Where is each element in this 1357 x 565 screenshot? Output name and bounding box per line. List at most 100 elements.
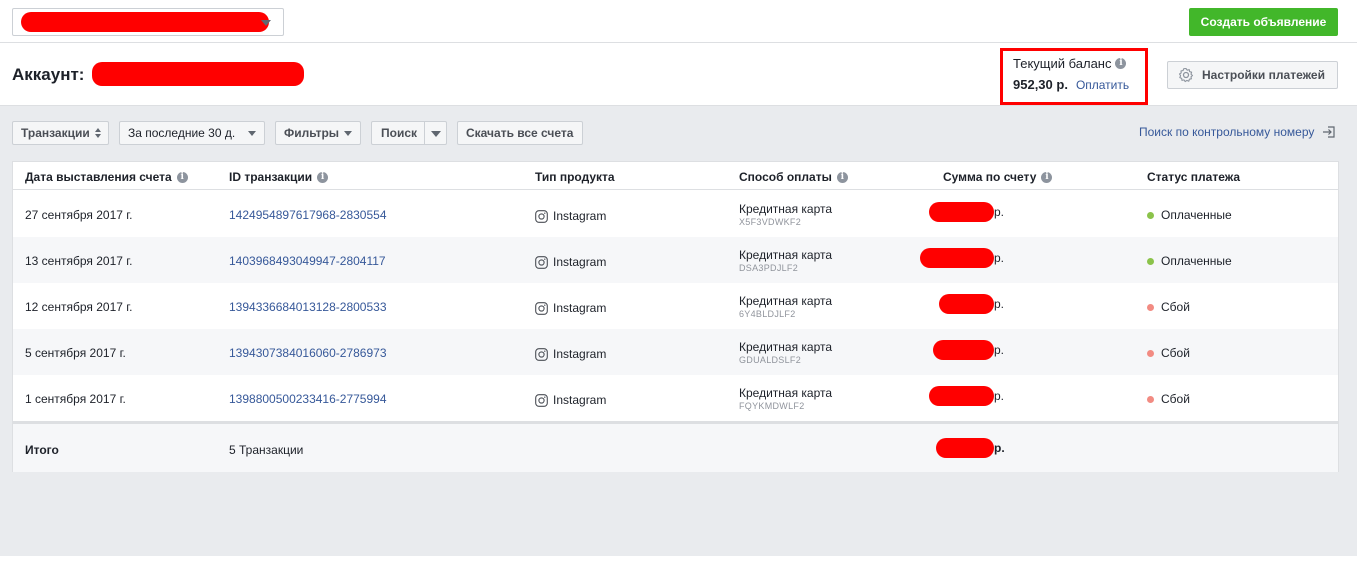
- current-balance-box: Текущий баланс i 952,30 р. Оплатить: [1000, 48, 1148, 105]
- chevron-down-icon: [431, 131, 441, 137]
- status-dot-icon: [1147, 395, 1154, 403]
- column-header: ID транзакции i: [229, 170, 329, 184]
- product-type: Instagram: [553, 301, 607, 315]
- invoice-date: 1 сентября 2017 г.: [25, 392, 126, 406]
- info-icon[interactable]: i: [836, 171, 848, 183]
- instagram-icon: [535, 209, 548, 223]
- invoice-date: 27 сентября 2017 г.: [25, 208, 133, 222]
- transaction-id-link[interactable]: 1403968493049947-2804117: [229, 254, 386, 268]
- info-icon[interactable]: i: [1115, 58, 1127, 69]
- table-row: 12 сентября 2017 г. 1394336684013128-280…: [13, 283, 1338, 329]
- info-icon[interactable]: i: [176, 171, 188, 183]
- payment-method-code: X5F3VDWKF2: [739, 217, 802, 227]
- column-header: Дата выставления счета i: [25, 170, 188, 184]
- payment-settings-label: Настройки платежей: [1202, 68, 1325, 82]
- transaction-id-link[interactable]: 1394336684013128-2800533: [229, 300, 387, 314]
- payment-method-code: FQYKMDWLF2: [739, 401, 805, 411]
- product-type: Instagram: [553, 209, 607, 223]
- chevron-down-icon: [248, 131, 256, 136]
- exit-icon: [1323, 126, 1336, 138]
- table-row: 1 сентября 2017 г. 1398800500233416-2775…: [13, 375, 1338, 421]
- transaction-id-link[interactable]: 1394307384016060-2786973: [229, 346, 387, 360]
- transaction-id-link[interactable]: 1424954897617968-2830554: [229, 208, 387, 222]
- account-header: Аккаунт: Текущий баланс i 952,30 р. Опла…: [0, 43, 1357, 106]
- top-bar: Создать объявление: [0, 0, 1357, 43]
- table-row: 13 сентября 2017 г. 1403968493049947-280…: [13, 237, 1338, 283]
- invoice-amount: р.: [933, 340, 1004, 360]
- account-selector[interactable]: [12, 8, 284, 36]
- table-row: 27 сентября 2017 г. 1424954897617968-283…: [13, 191, 1338, 237]
- invoice-amount: р.: [929, 202, 1004, 222]
- instagram-icon: [535, 393, 548, 407]
- redacted-amount: [933, 340, 994, 360]
- info-icon[interactable]: i: [317, 171, 329, 183]
- gear-icon: [1178, 67, 1194, 83]
- payment-status: Сбой: [1147, 346, 1190, 360]
- payment-status: Сбой: [1147, 392, 1190, 406]
- column-header: Тип продукта: [535, 170, 615, 184]
- invoice-date: 5 сентября 2017 г.: [25, 346, 126, 360]
- status-dot-icon: [1147, 257, 1154, 265]
- instagram-icon: [535, 255, 548, 269]
- download-all-button[interactable]: Скачать все счета: [457, 121, 583, 145]
- payment-method: Кредитная карта X5F3VDWKF2: [739, 202, 833, 227]
- bottom-strip: [0, 556, 1357, 565]
- invoice-amount: р.: [920, 248, 1004, 268]
- total-count: 5 Транзакции: [229, 443, 304, 457]
- payment-method: Кредитная карта FQYKMDWLF2: [739, 386, 833, 411]
- payment-method-code: DSA3PDJLF2: [739, 263, 799, 273]
- invoice-date: 12 сентября 2017 г.: [25, 300, 133, 314]
- redacted-account-name: [21, 12, 269, 32]
- table-row: 5 сентября 2017 г. 1394307384016060-2786…: [13, 329, 1338, 375]
- info-icon[interactable]: i: [1041, 171, 1053, 183]
- pay-link[interactable]: Оплатить: [1076, 78, 1129, 92]
- redacted-amount: [929, 386, 994, 406]
- redacted-amount: [939, 294, 994, 314]
- period-dropdown[interactable]: За последние 30 д.: [119, 121, 265, 145]
- payment-method-code: GDUALDSLF2: [739, 355, 802, 365]
- invoice-amount: р.: [929, 386, 1004, 406]
- chevron-down-icon: [344, 131, 352, 136]
- filters-dropdown[interactable]: Фильтры: [275, 121, 361, 145]
- product-type: Instagram: [553, 393, 607, 407]
- invoice-date: 13 сентября 2017 г.: [25, 254, 133, 268]
- payment-status: Оплаченные: [1147, 208, 1232, 222]
- product-type: Instagram: [553, 347, 607, 361]
- redacted-amount: [920, 248, 994, 268]
- redacted-amount: [936, 438, 994, 458]
- sort-icon: [95, 128, 101, 138]
- status-dot-icon: [1147, 211, 1154, 219]
- payment-status: Оплаченные: [1147, 254, 1232, 268]
- search-button[interactable]: Поиск: [371, 121, 425, 145]
- balance-title: Текущий баланс: [1013, 56, 1112, 71]
- status-dot-icon: [1147, 349, 1154, 357]
- redacted-account-id: [92, 62, 304, 86]
- search-options-dropdown[interactable]: [424, 121, 447, 145]
- status-dot-icon: [1147, 303, 1154, 311]
- payment-method: Кредитная карта 6Y4BLDJLF2: [739, 294, 833, 319]
- account-label: Аккаунт:: [12, 65, 85, 84]
- payment-method: Кредитная карта DSA3PDJLF2: [739, 248, 833, 273]
- instagram-icon: [535, 347, 548, 361]
- total-amount: р.: [936, 438, 1005, 458]
- product-type: Instagram: [553, 255, 607, 269]
- transactions-dropdown[interactable]: Транзакции: [12, 121, 109, 145]
- payment-settings-button[interactable]: Настройки платежей: [1167, 61, 1338, 89]
- create-ad-button[interactable]: Создать объявление: [1189, 8, 1338, 36]
- column-header: Сумма по счету i: [943, 170, 1053, 184]
- invoice-amount: р.: [939, 294, 1004, 314]
- table-footer: Итого 5 Транзакции р.: [13, 421, 1338, 472]
- payment-method: Кредитная карта GDUALDSLF2: [739, 340, 833, 365]
- redacted-amount: [929, 202, 994, 222]
- instagram-icon: [535, 301, 548, 315]
- transaction-id-link[interactable]: 1398800500233416-2775994: [229, 392, 387, 406]
- contract-search-link[interactable]: Поиск по контрольному номеру: [1139, 125, 1336, 139]
- chevron-down-icon: [261, 20, 271, 26]
- total-label: Итого: [25, 443, 59, 457]
- transactions-table: Дата выставления счета i ID транзакции i…: [12, 161, 1339, 472]
- payment-method-code: 6Y4BLDJLF2: [739, 309, 796, 319]
- payment-status: Сбой: [1147, 300, 1190, 314]
- search-split-button: Поиск: [371, 121, 447, 145]
- balance-amount: 952,30 р.: [1013, 77, 1068, 92]
- table-header: Дата выставления счета i ID транзакции i…: [13, 162, 1338, 190]
